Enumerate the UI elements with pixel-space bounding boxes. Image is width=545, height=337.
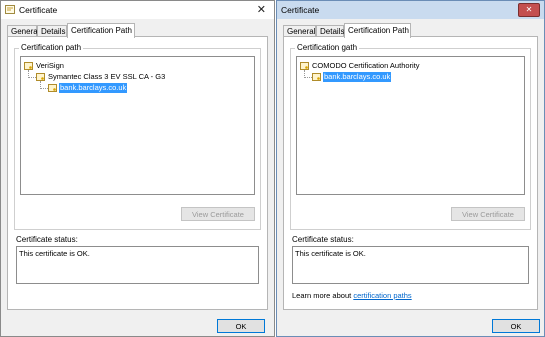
tab-panel: Certification path VeriSign Symantec Cla…	[7, 36, 268, 310]
group-label: Certification gath	[295, 43, 360, 52]
certificate-icon	[24, 62, 33, 70]
tab-panel: Certification gath COMODO Certification …	[283, 36, 538, 310]
tree-node-label: Symantec Class 3 EV SSL CA - G3	[48, 72, 166, 81]
certificate-icon	[48, 84, 57, 92]
tree-node-label: COMODO Certification Authority	[312, 61, 420, 70]
certificate-status-box[interactable]: This certificate is OK.	[292, 246, 529, 284]
ok-button[interactable]: OK	[217, 319, 265, 333]
tree-node-label: VeriSign	[36, 61, 64, 70]
certificate-status-text: This certificate is OK.	[295, 249, 366, 258]
certificate-icon	[312, 73, 321, 81]
certification-tree[interactable]: COMODO Certification Authority bank.barc…	[296, 56, 525, 195]
certificate-icon	[36, 73, 45, 81]
learn-more: Learn more about certification paths	[292, 291, 412, 300]
tree-node-label: bank.barclays.co.uk	[59, 83, 128, 93]
tree-connector	[28, 70, 36, 78]
tab-certification-path[interactable]: Certification Path	[344, 23, 411, 38]
certificate-status-text: This certificate is OK.	[19, 249, 90, 258]
certificate-dialog-right: Certificate ✕ General Details Certificat…	[276, 0, 545, 337]
certificate-dialog-left: Certificate ✕ General Details Certificat…	[0, 0, 275, 337]
certificate-icon	[5, 5, 15, 14]
view-certificate-button[interactable]: View Certificate	[451, 207, 525, 221]
title-bar[interactable]: Certificate ✕	[1, 1, 274, 19]
certificate-icon	[300, 62, 309, 70]
certificate-status-label: Certificate status:	[292, 235, 354, 244]
certificate-status-box[interactable]: This certificate is OK.	[16, 246, 259, 284]
tab-certification-path[interactable]: Certification Path	[67, 23, 135, 38]
window-title: Certificate	[281, 5, 320, 15]
view-certificate-button[interactable]: View Certificate	[181, 207, 255, 221]
certification-tree[interactable]: VeriSign Symantec Class 3 EV SSL CA - G3…	[20, 56, 255, 195]
group-label: Certification path	[19, 43, 84, 52]
certification-paths-link[interactable]: certification paths	[353, 291, 411, 300]
close-icon[interactable]: ✕	[257, 3, 266, 16]
certification-path-group: Certification path VeriSign Symantec Cla…	[14, 43, 261, 230]
ok-button[interactable]: OK	[492, 319, 540, 333]
tree-connector	[40, 81, 48, 89]
tree-connector	[304, 70, 312, 78]
certificate-status-label: Certificate status:	[16, 235, 78, 244]
close-icon[interactable]: ✕	[518, 3, 540, 17]
title-bar[interactable]: Certificate ✕	[277, 1, 544, 19]
learn-more-text: Learn more about	[292, 291, 352, 300]
tree-node-label: bank.barclays.co.uk	[323, 72, 392, 82]
certification-path-group: Certification gath COMODO Certification …	[290, 43, 531, 230]
window-title: Certificate	[19, 5, 58, 15]
